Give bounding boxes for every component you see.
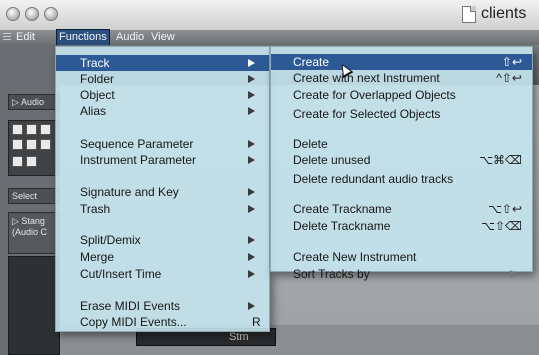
menu-item-label: Signature and Key	[80, 185, 179, 199]
submenu-item-create-trackname[interactable]: Create Trackname ⌥⇧↩	[271, 201, 532, 217]
submenu-arrow-icon	[248, 253, 255, 261]
menu-item-label: Alias	[80, 104, 107, 118]
text-tool-icon[interactable]	[12, 139, 23, 150]
submenu-arrow-icon	[248, 188, 255, 196]
menu-item-object[interactable]: Object	[56, 87, 269, 103]
menu-item-merge[interactable]: Merge	[56, 249, 269, 265]
tool-panel	[8, 120, 60, 176]
submenu-arrow-icon	[248, 156, 255, 164]
menu-edit[interactable]: Edit	[14, 30, 37, 45]
menu-item-label: Delete unused	[293, 153, 371, 167]
menu-audio[interactable]: Audio	[114, 30, 146, 45]
select-field[interactable]: Select	[8, 188, 60, 204]
menu-item-label: Split/Demix	[80, 233, 141, 247]
document-icon	[462, 6, 476, 23]
menu-item-label: Delete redundant audio tracks	[293, 172, 454, 186]
lcd-text: Stm	[229, 331, 249, 343]
menu-item-label: Create New Instrument	[293, 250, 417, 264]
submenu-item-delete-trackname[interactable]: Delete Trackname ⌥⇧⌫	[271, 218, 532, 234]
shortcut-label: ^⇧↩	[496, 71, 522, 85]
menu-item-label: Merge	[80, 250, 115, 264]
menu-functions[interactable]: Functions	[56, 29, 110, 46]
menu-item-label: Object	[80, 88, 115, 102]
menu-item-label: Delete Trackname	[293, 219, 391, 233]
window-title: clients	[481, 5, 527, 22]
submenu-arrow-icon	[248, 205, 255, 213]
menu-item-label: Create with next Instrument	[293, 71, 440, 85]
pointer-tool-icon[interactable]	[12, 124, 23, 135]
menu-item-copy-midi-events[interactable]: Copy MIDI Events... R	[56, 314, 269, 330]
shortcut-label: ⌥⇧⌫	[481, 219, 522, 233]
menu-item-folder[interactable]: Folder	[56, 71, 269, 87]
submenu-item-delete-unused[interactable]: Delete unused ⌥⌘⌫	[271, 152, 532, 168]
glue-tool-icon[interactable]	[40, 139, 51, 150]
solo-tool-icon[interactable]	[12, 156, 23, 167]
grip-icon	[3, 33, 11, 41]
menu-item-label: Delete	[293, 137, 328, 151]
functions-menu: Track Folder Object Alias Sequence Param…	[55, 46, 270, 332]
window-titlebar: clients	[0, 0, 539, 31]
menu-item-alias[interactable]: Alias	[56, 103, 269, 119]
menu-item-label: Track	[80, 56, 110, 70]
menu-item-label: Create for Overlapped Objects	[293, 88, 456, 102]
menu-item-label: Sort Tracks by	[293, 267, 370, 281]
menu-item-trash[interactable]: Trash	[56, 201, 269, 217]
menu-item-signature-and-key[interactable]: Signature and Key	[56, 184, 269, 200]
submenu-arrow-icon	[248, 236, 255, 244]
submenu-arrow-icon	[510, 270, 517, 278]
eraser-tool-icon[interactable]	[40, 124, 51, 135]
menu-item-label: Copy MIDI Events...	[80, 315, 187, 329]
submenu-item-delete-redundant[interactable]: Delete redundant audio tracks	[271, 171, 532, 187]
menu-item-label: Create	[293, 55, 330, 69]
submenu-arrow-icon	[248, 302, 255, 310]
menu-view[interactable]: View	[149, 30, 177, 45]
submenu-arrow-icon	[248, 75, 255, 83]
submenu-arrow-icon	[248, 107, 255, 115]
shortcut-label: ⌥⇧↩	[488, 202, 522, 216]
menu-item-label: Sequence Parameter	[80, 137, 194, 151]
track-subname: (Audio C	[12, 227, 48, 237]
submenu-arrow-icon	[248, 140, 255, 148]
pencil-tool-icon[interactable]	[26, 124, 37, 135]
submenu-item-sort-tracks-by[interactable]: Sort Tracks by	[271, 266, 532, 282]
shortcut-key: R	[252, 315, 261, 329]
submenu-item-create-for-overlapped[interactable]: Create for Overlapped Objects	[271, 87, 532, 103]
crosshair-tool-icon[interactable]	[26, 156, 37, 167]
menu-item-label: Instrument Parameter	[80, 153, 197, 167]
menu-item-sequence-parameter[interactable]: Sequence Parameter	[56, 136, 269, 152]
submenu-item-create-for-selected[interactable]: Create for Selected Objects	[271, 106, 532, 122]
menu-item-track[interactable]: Track	[56, 55, 269, 71]
scissors-tool-icon[interactable]	[26, 139, 37, 150]
menu-item-erase-midi-events[interactable]: Erase MIDI Events	[56, 298, 269, 314]
submenu-item-create[interactable]: Create ⇧↩	[271, 54, 532, 70]
menu-item-label: Folder	[80, 72, 115, 86]
menu-item-label: Erase MIDI Events	[80, 299, 181, 313]
minimize-light[interactable]	[25, 7, 39, 21]
app-menubar: Edit Functions Audio View	[0, 29, 539, 46]
menu-item-label: Create for Selected Objects	[293, 107, 441, 121]
shortcut-label: ⌥⌘⌫	[479, 153, 522, 167]
close-light[interactable]	[6, 7, 20, 21]
submenu-item-create-with-next-instrument[interactable]: Create with next Instrument ^⇧↩	[271, 70, 532, 86]
menu-item-instrument-parameter[interactable]: Instrument Parameter	[56, 152, 269, 168]
submenu-item-create-new-instrument[interactable]: Create New Instrument	[271, 249, 532, 265]
shortcut-label: ⇧↩	[501, 55, 522, 69]
menu-item-label: Create Trackname	[293, 202, 392, 216]
menu-item-label: Cut/Insert Time	[80, 267, 162, 281]
track-name: Stang	[21, 216, 45, 226]
left-dark-panel	[8, 256, 60, 355]
track-submenu: Create ⇧↩ Create with next Instrument ^⇧…	[270, 46, 533, 281]
track-inspector[interactable]: ▷ Stang (Audio C	[8, 212, 60, 254]
submenu-arrow-icon	[248, 59, 255, 67]
menu-item-split-demix[interactable]: Split/Demix	[56, 232, 269, 248]
submenu-arrow-icon	[248, 91, 255, 99]
menu-item-cut-insert-time[interactable]: Cut/Insert Time	[56, 266, 269, 282]
zoom-light[interactable]	[44, 7, 58, 21]
submenu-arrow-icon	[248, 270, 255, 278]
audio-field[interactable]: ▷ Audio	[8, 94, 60, 110]
submenu-item-delete[interactable]: Delete	[271, 136, 532, 152]
menu-item-label: Trash	[80, 202, 111, 216]
